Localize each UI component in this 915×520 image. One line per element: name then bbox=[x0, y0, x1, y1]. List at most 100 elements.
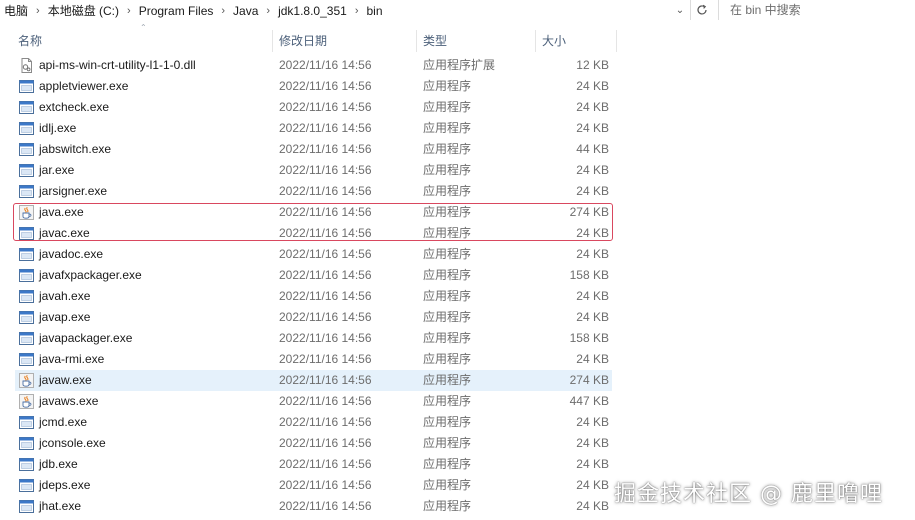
java-cup-icon bbox=[19, 373, 34, 388]
exe-window-icon bbox=[19, 331, 34, 346]
exe-window-icon bbox=[19, 289, 34, 304]
file-modified-date: 2022/11/16 14:56 bbox=[279, 436, 372, 450]
file-type: 应用程序 bbox=[423, 268, 472, 282]
file-row[interactable]: javap.exe 2022/11/16 14:56 应用程序 24 KB bbox=[0, 307, 620, 328]
file-size: 24 KB bbox=[576, 163, 609, 177]
file-name[interactable]: javah.exe bbox=[39, 286, 90, 307]
column-header-type[interactable]: 类型 bbox=[423, 30, 535, 52]
address-bar: 电脑 › 本地磁盘 (C:) › Program Files › Java › … bbox=[0, 0, 915, 21]
file-row[interactable]: jcmd.exe 2022/11/16 14:56 应用程序 24 KB bbox=[0, 412, 620, 433]
column-header-name[interactable]: 名称 bbox=[18, 30, 272, 52]
breadcrumb-item-program-files[interactable]: Program Files bbox=[135, 1, 218, 21]
chevron-right-icon[interactable]: › bbox=[32, 5, 44, 17]
breadcrumb-item-bin[interactable]: bin bbox=[362, 1, 386, 21]
file-modified-date: 2022/11/16 14:56 bbox=[279, 457, 372, 471]
chevron-right-icon[interactable]: › bbox=[123, 5, 135, 17]
file-list: api-ms-win-crt-utility-l1-1-0.dll 2022/11… bbox=[0, 55, 620, 517]
file-name[interactable]: jconsole.exe bbox=[39, 433, 106, 454]
file-name[interactable]: appletviewer.exe bbox=[39, 76, 128, 97]
file-modified-date: 2022/11/16 14:56 bbox=[279, 394, 372, 408]
highlight-box bbox=[13, 203, 613, 241]
file-row[interactable]: jar.exe 2022/11/16 14:56 应用程序 24 KB bbox=[0, 160, 620, 181]
file-size: 24 KB bbox=[576, 499, 609, 513]
file-name[interactable]: javap.exe bbox=[39, 307, 90, 328]
column-header-size[interactable]: 大小 bbox=[542, 30, 612, 52]
file-modified-date: 2022/11/16 14:56 bbox=[279, 415, 372, 429]
breadcrumb-item-computer[interactable]: 电脑 bbox=[0, 1, 32, 21]
exe-window-icon bbox=[19, 184, 34, 199]
breadcrumb-item-jdk[interactable]: jdk1.8.0_351 bbox=[274, 1, 351, 21]
file-row[interactable]: javaws.exe 2022/11/16 14:56 应用程序 447 KB bbox=[0, 391, 620, 412]
file-row[interactable]: jconsole.exe 2022/11/16 14:56 应用程序 24 KB bbox=[0, 433, 620, 454]
search-box[interactable] bbox=[718, 0, 915, 20]
breadcrumb-item-drive[interactable]: 本地磁盘 (C:) bbox=[44, 1, 123, 21]
file-name[interactable]: javaw.exe bbox=[39, 370, 92, 391]
dll-file-icon bbox=[19, 58, 34, 73]
file-modified-date: 2022/11/16 14:56 bbox=[279, 478, 372, 492]
file-type: 应用程序 bbox=[423, 331, 472, 345]
file-name[interactable]: extcheck.exe bbox=[39, 97, 109, 118]
file-row[interactable]: java-rmi.exe 2022/11/16 14:56 应用程序 24 KB bbox=[0, 349, 620, 370]
file-row[interactable]: jhat.exe 2022/11/16 14:56 应用程序 24 KB bbox=[0, 496, 620, 517]
file-row[interactable]: jdb.exe 2022/11/16 14:56 应用程序 24 KB bbox=[0, 454, 620, 475]
exe-window-icon bbox=[19, 121, 34, 136]
column-divider[interactable] bbox=[535, 30, 536, 52]
file-type: 应用程序 bbox=[423, 184, 472, 198]
refresh-icon bbox=[696, 4, 707, 15]
file-name[interactable]: jabswitch.exe bbox=[39, 139, 111, 160]
chevron-right-icon[interactable]: › bbox=[351, 5, 363, 17]
file-row[interactable]: jabswitch.exe 2022/11/16 14:56 应用程序 44 KB bbox=[0, 139, 620, 160]
chevron-down-icon: ⌄ bbox=[675, 4, 685, 16]
file-size: 274 KB bbox=[569, 373, 609, 387]
file-name[interactable]: idlj.exe bbox=[39, 118, 76, 139]
file-name[interactable]: jar.exe bbox=[39, 160, 74, 181]
file-type: 应用程序 bbox=[423, 478, 472, 492]
file-modified-date: 2022/11/16 14:56 bbox=[279, 163, 372, 177]
file-type: 应用程序 bbox=[423, 247, 472, 261]
breadcrumb-item-java[interactable]: Java bbox=[229, 1, 262, 21]
search-input[interactable] bbox=[730, 3, 880, 17]
exe-window-icon bbox=[19, 478, 34, 493]
file-row[interactable]: appletviewer.exe 2022/11/16 14:56 应用程序 24 K… bbox=[0, 76, 620, 97]
address-history-dropdown-button[interactable]: ⌄ bbox=[672, 0, 688, 20]
file-row[interactable]: javapackager.exe 2022/11/16 14:56 应用程序 158 … bbox=[0, 328, 620, 349]
exe-window-icon bbox=[19, 352, 34, 367]
file-name[interactable]: javaws.exe bbox=[39, 391, 98, 412]
chevron-right-icon[interactable]: › bbox=[262, 5, 274, 17]
file-name[interactable]: javafxpackager.exe bbox=[39, 265, 142, 286]
file-name[interactable]: jdb.exe bbox=[39, 454, 78, 475]
file-row[interactable]: idlj.exe 2022/11/16 14:56 应用程序 24 KB bbox=[0, 118, 620, 139]
file-row[interactable]: javah.exe 2022/11/16 14:56 应用程序 24 KB bbox=[0, 286, 620, 307]
file-row[interactable]: api-ms-win-crt-utility-l1-1-0.dll 2022/11… bbox=[0, 55, 620, 76]
exe-window-icon bbox=[19, 310, 34, 325]
file-size: 24 KB bbox=[576, 436, 609, 450]
file-name[interactable]: jdeps.exe bbox=[39, 475, 90, 496]
exe-window-icon bbox=[19, 268, 34, 283]
file-row[interactable]: javaw.exe 2022/11/16 14:56 应用程序 274 KB bbox=[0, 370, 620, 391]
file-size: 24 KB bbox=[576, 121, 609, 135]
file-name[interactable]: jhat.exe bbox=[39, 496, 81, 517]
column-divider[interactable] bbox=[416, 30, 417, 52]
exe-window-icon bbox=[19, 415, 34, 430]
chevron-right-icon[interactable]: › bbox=[217, 5, 229, 17]
file-name[interactable]: javapackager.exe bbox=[39, 328, 132, 349]
file-name[interactable]: jcmd.exe bbox=[39, 412, 87, 433]
file-modified-date: 2022/11/16 14:56 bbox=[279, 121, 372, 135]
file-row[interactable]: jarsigner.exe 2022/11/16 14:56 应用程序 24 KB bbox=[0, 181, 620, 202]
column-header: ⌃ 名称 修改日期 类型 大小 bbox=[0, 23, 620, 52]
column-header-date[interactable]: 修改日期 bbox=[279, 30, 415, 52]
file-name[interactable]: jarsigner.exe bbox=[39, 181, 107, 202]
column-divider[interactable] bbox=[616, 30, 617, 52]
refresh-button[interactable] bbox=[690, 0, 712, 20]
file-row[interactable]: javafxpackager.exe 2022/11/16 14:56 应用程序 15… bbox=[0, 265, 620, 286]
file-size: 44 KB bbox=[576, 142, 609, 156]
file-row[interactable]: jdeps.exe 2022/11/16 14:56 应用程序 24 KB bbox=[0, 475, 620, 496]
column-divider[interactable] bbox=[272, 30, 273, 52]
file-name[interactable]: java-rmi.exe bbox=[39, 349, 104, 370]
file-name[interactable]: api-ms-win-crt-utility-l1-1-0.dll bbox=[39, 55, 196, 76]
file-row[interactable]: javadoc.exe 2022/11/16 14:56 应用程序 24 KB bbox=[0, 244, 620, 265]
file-size: 12 KB bbox=[576, 58, 609, 72]
file-row[interactable]: extcheck.exe 2022/11/16 14:56 应用程序 24 KB bbox=[0, 97, 620, 118]
file-name[interactable]: javadoc.exe bbox=[39, 244, 103, 265]
file-size: 24 KB bbox=[576, 352, 609, 366]
